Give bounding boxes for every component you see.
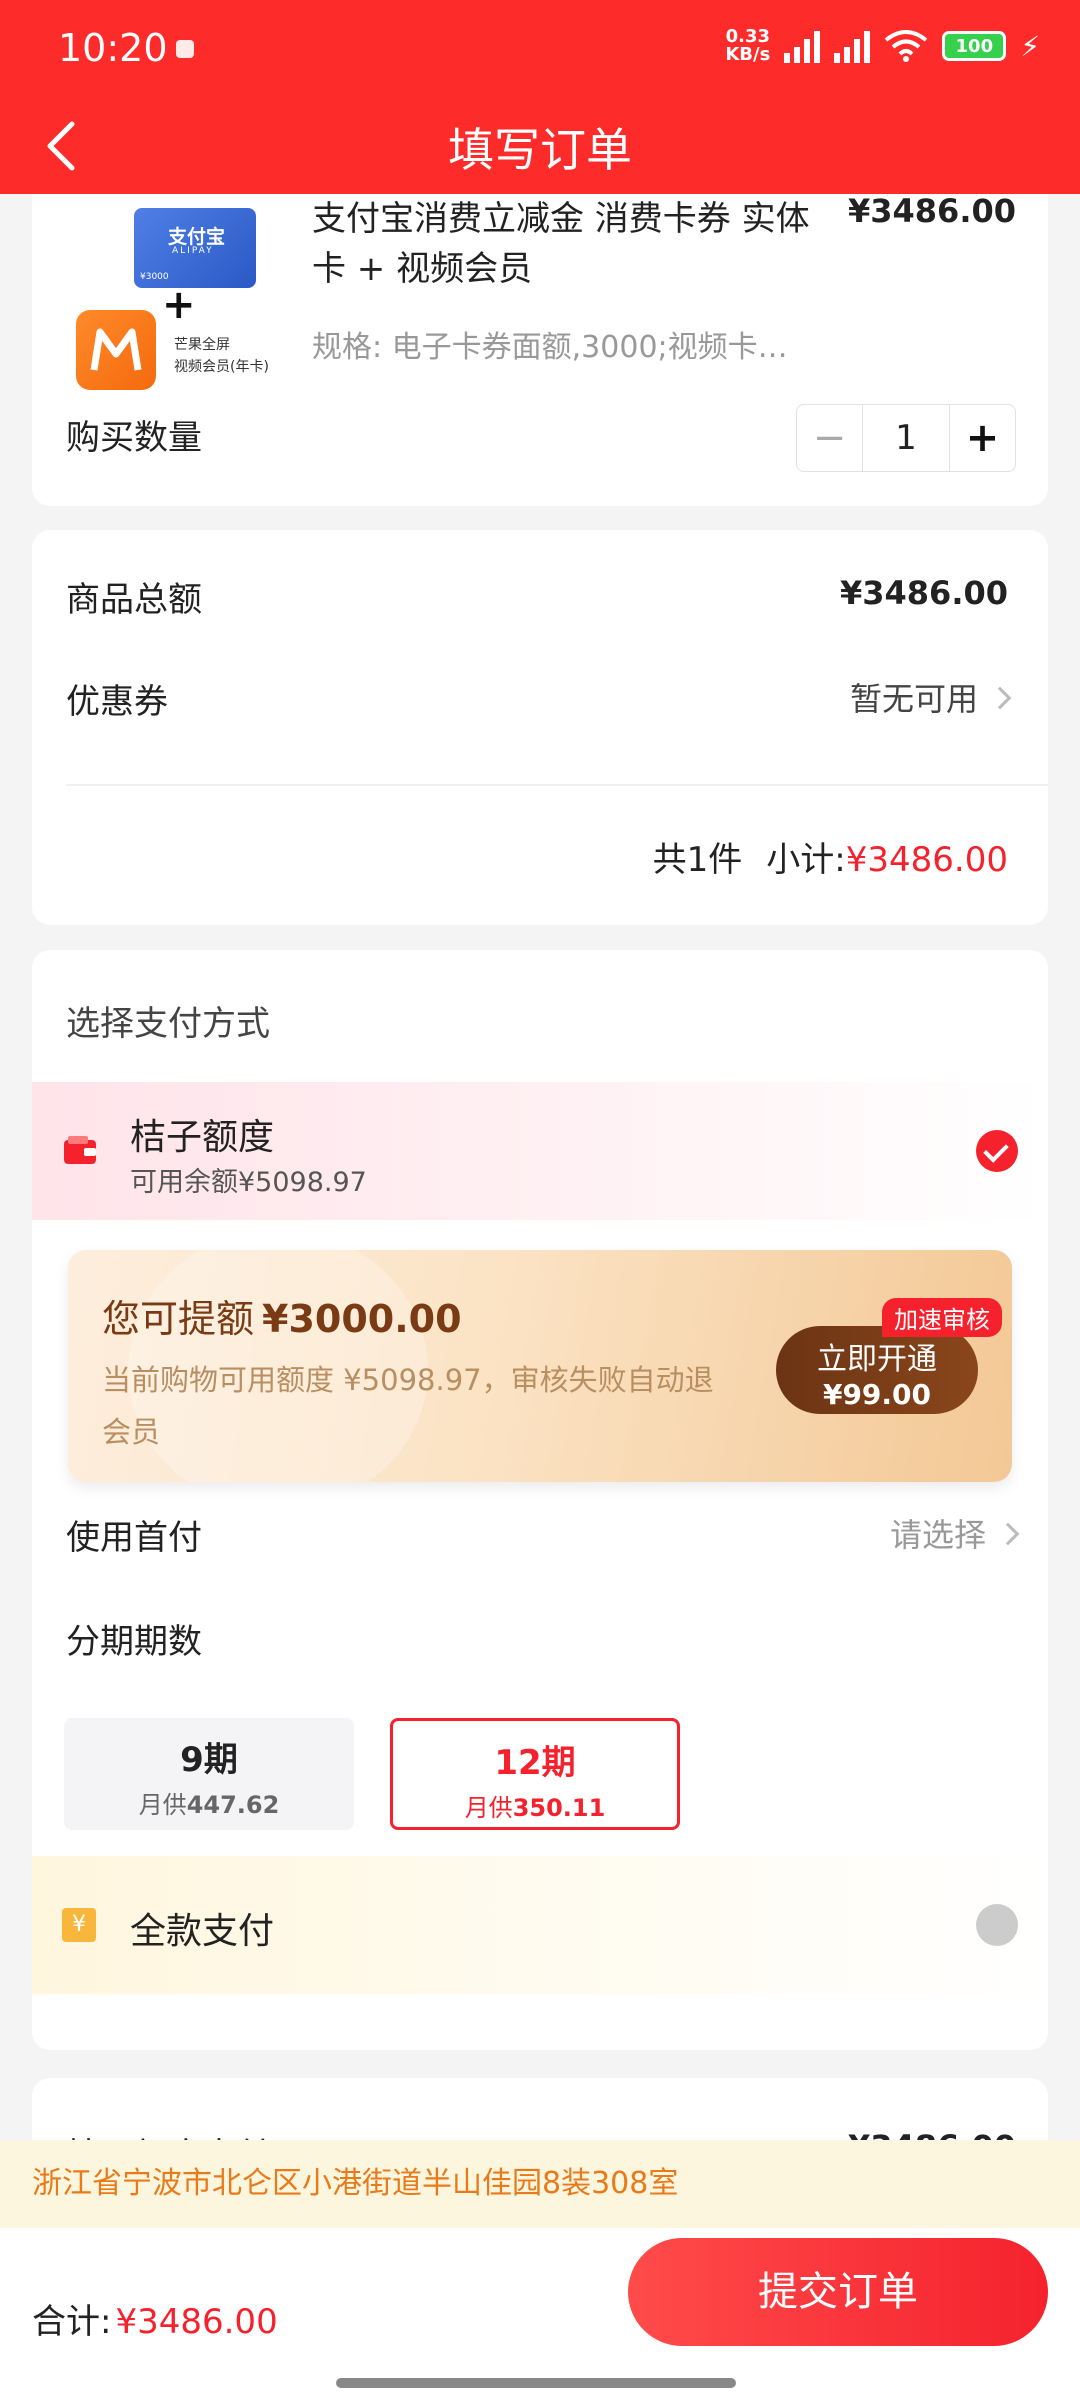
- product-price: ¥3486.00: [847, 192, 1016, 230]
- wallet-icon: [64, 1136, 96, 1164]
- subtotal: 共1件 小计:¥3486.00: [653, 832, 1008, 881]
- total: 合计: ¥3486.00: [32, 2294, 278, 2343]
- submit-order-button[interactable]: 提交订单: [628, 2238, 1048, 2346]
- chevron-right-icon: [996, 1522, 1020, 1546]
- product-title[interactable]: 支付宝消费立减金 消费卡券 实体卡 + 视频会员: [312, 194, 832, 294]
- subtotal-value: ¥3486.00: [845, 840, 1008, 880]
- payment-option-orange-credit[interactable]: 桔子额度 可用余额¥5098.97: [32, 1082, 1048, 1220]
- battery-icon: 100: [942, 31, 1007, 61]
- status-icons: 0.33 KB/s 100 ⚡: [725, 28, 1040, 64]
- net-speed: 0.33 KB/s: [725, 26, 771, 65]
- charging-icon: ⚡: [1020, 29, 1040, 63]
- goods-total-label: 商品总额: [66, 580, 202, 620]
- term-option-9[interactable]: 9期 月供447.62: [64, 1718, 354, 1830]
- status-time: 10:20: [58, 26, 168, 70]
- first-payment-selector[interactable]: 请选择: [890, 1510, 1020, 1556]
- credit-increase-banner: 您可提额 ¥3000.00 当前购物可用额度 ¥5098.97，审核失败自动退会员…: [68, 1250, 1012, 1482]
- goods-total-value: ¥3486.00: [839, 574, 1008, 612]
- payment-option-name: 全款支付: [130, 1911, 275, 1952]
- page-title: 填写订单: [448, 123, 632, 177]
- product-card: 支付宝 ALIPAY ¥3000 + 芒果全屏 视频会员(年卡) 支付宝消费立减…: [32, 170, 1048, 506]
- address-bar[interactable]: 浙江省宁波市北仑区小港街道半山佳园8装308室: [0, 2140, 1080, 2228]
- chevron-right-icon: [988, 686, 1012, 710]
- signal-hd-icon: [784, 29, 821, 63]
- item-count: 共1件: [652, 840, 743, 880]
- term-option-12[interactable]: 12期 月供350.11: [390, 1718, 680, 1830]
- quantity-value[interactable]: 1: [863, 405, 949, 471]
- coupon-selector[interactable]: 暂无可用: [849, 674, 1012, 720]
- payment-option-name: 桔子额度: [130, 1117, 275, 1158]
- payment-section-title: 选择支付方式: [66, 1004, 270, 1044]
- open-now-button[interactable]: 立即开通 ¥99.00: [776, 1326, 978, 1414]
- alipay-card-thumbnail: 支付宝 ALIPAY ¥3000: [134, 208, 256, 288]
- wifi-6-icon: [885, 30, 928, 62]
- signal-hd-icon: [834, 29, 871, 63]
- quantity-label: 购买数量: [66, 418, 202, 458]
- product-spec: 规格: 电子卡券面额,3000;视频卡…: [312, 330, 788, 365]
- installment-term-label: 分期期数: [66, 1622, 202, 1662]
- coupon-value: 暂无可用: [849, 680, 978, 718]
- bottom-bar: 合计: ¥3486.00 提交订单: [0, 2228, 1080, 2400]
- first-payment-label: 使用首付: [66, 1518, 202, 1558]
- subtotal-label: 小计:: [766, 840, 846, 880]
- payment-card: 选择支付方式 桔子额度 可用余额¥5098.97 您可提额 ¥3000.00 当前…: [32, 950, 1048, 2050]
- radio-unselected-icon[interactable]: [976, 1904, 1018, 1946]
- total-label: 合计:: [32, 2302, 112, 2342]
- check-circle-icon[interactable]: [976, 1130, 1018, 1172]
- plus-icon: +: [162, 282, 196, 328]
- vip-thumb-text: 芒果全屏 视频会员(年卡): [174, 337, 269, 375]
- payment-option-full[interactable]: ¥ 全款支付: [32, 1856, 1048, 1994]
- promo-title: 您可提额 ¥3000.00: [102, 1297, 462, 1341]
- full-payment-icon: ¥: [62, 1908, 96, 1942]
- order-summary-card: 商品总额 ¥3486.00 优惠券 暂无可用 共1件 小计:¥3486.00: [32, 530, 1048, 925]
- nav-bar: 填写订单: [0, 100, 1080, 194]
- coupon-label: 优惠券: [66, 682, 168, 722]
- notification-icon: [176, 40, 194, 58]
- available-balance: 可用余额¥5098.97: [130, 1167, 367, 1198]
- promo-description: 当前购物可用额度 ¥5098.97，审核失败自动退会员: [102, 1363, 714, 1449]
- divider: [66, 784, 1048, 786]
- quantity-stepper: − 1 +: [796, 404, 1016, 472]
- home-indicator[interactable]: [336, 2378, 736, 2388]
- total-value: ¥3486.00: [115, 2302, 278, 2342]
- plus-button[interactable]: +: [949, 405, 1015, 471]
- app-header: 10:20 0.33 KB/s 100 ⚡ 填写订单: [0, 0, 1080, 194]
- status-bar: 10:20 0.33 KB/s 100 ⚡: [0, 0, 1080, 100]
- minus-button[interactable]: −: [797, 405, 863, 471]
- fast-review-badge: 加速审核: [882, 1298, 1002, 1337]
- mango-tv-logo-icon: [76, 310, 156, 390]
